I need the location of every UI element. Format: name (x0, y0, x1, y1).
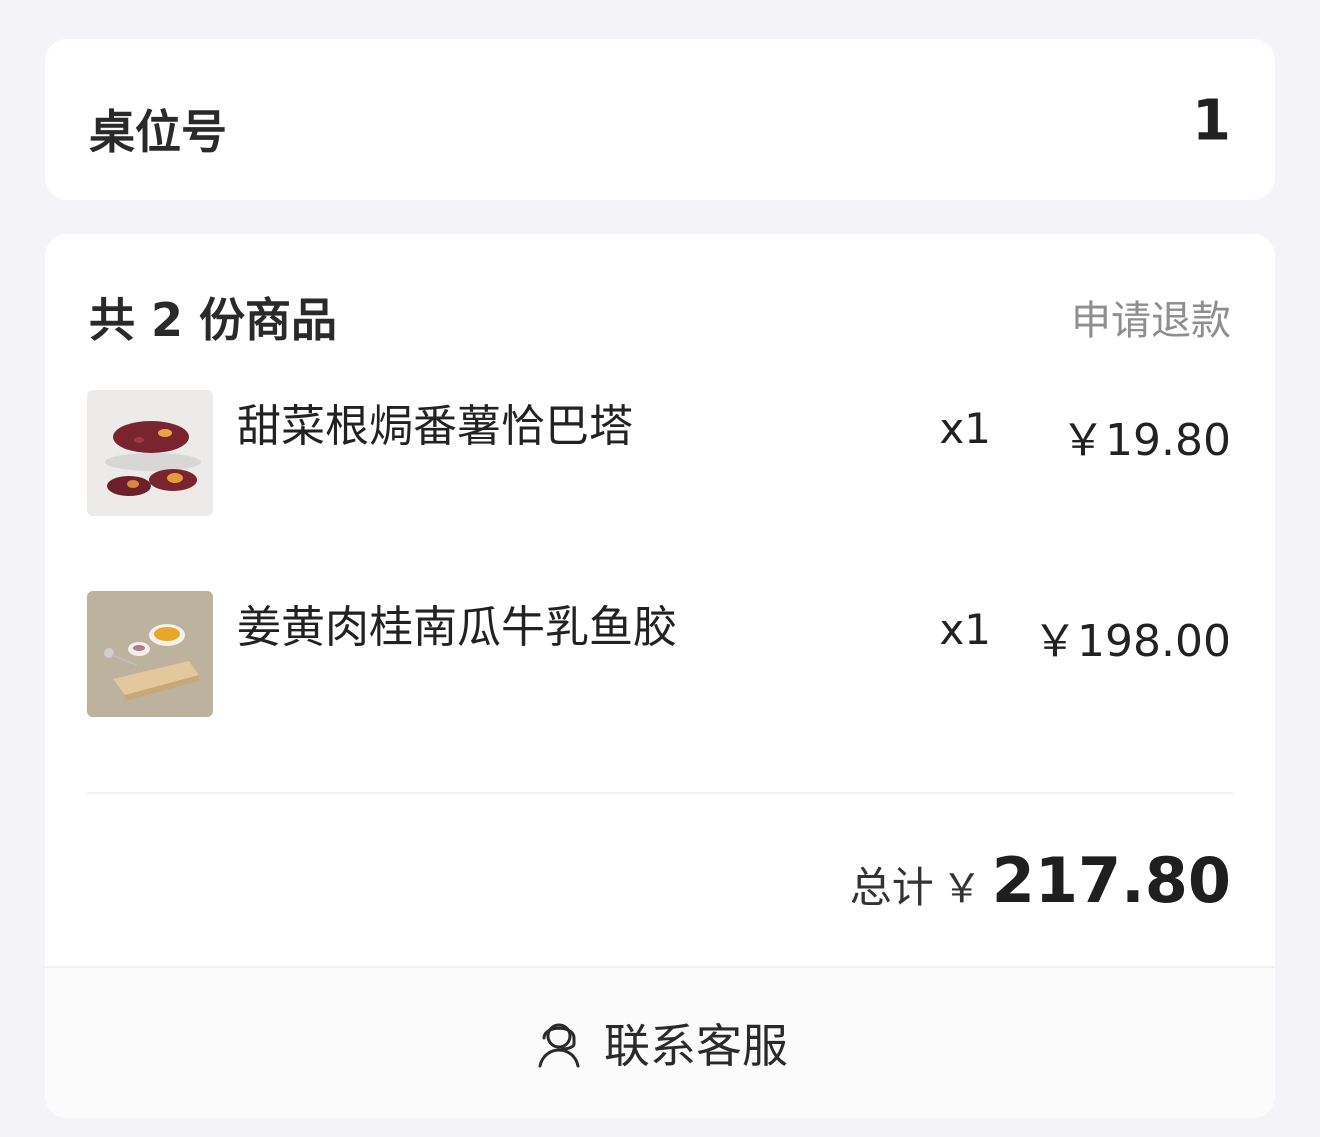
customer-service-icon (538, 1023, 580, 1068)
list-item: 姜黄肉桂南瓜牛乳鱼胶 x1 ￥198.00 (87, 591, 1231, 717)
dessert-photo (87, 591, 213, 717)
item-name: 甜菜根焗番薯恰巴塔 (237, 401, 633, 452)
order-card: 共 2 份商品 申请退款 甜菜根焗番薯恰巴塔 x1 ￥19.80 姜黄肉桂南瓜牛… (45, 234, 1275, 1118)
item-price: ￥198.00 (1033, 616, 1231, 667)
item-quantity: x1 (939, 404, 991, 453)
table-number-value: 1 (1192, 88, 1231, 154)
contact-support-label: 联系客服 (604, 1019, 788, 1073)
list-item: 甜菜根焗番薯恰巴塔 x1 ￥19.80 (87, 390, 1231, 516)
table-number-label: 桌位号 (89, 105, 227, 159)
item-name: 姜黄肉桂南瓜牛乳鱼胶 (237, 602, 677, 653)
item-price: ￥19.80 (1061, 415, 1231, 466)
order-total: 总计 ￥ 217.80 (850, 844, 1231, 917)
total-amount: 217.80 (991, 844, 1231, 917)
refund-button[interactable]: 申请退款 (1071, 288, 1231, 346)
divider (87, 792, 1233, 794)
item-quantity: x1 (939, 605, 991, 654)
bread-photo (87, 390, 213, 516)
contact-support-button[interactable]: 联系客服 (45, 966, 1275, 1118)
total-label: 总计 (849, 863, 934, 912)
item-count-title: 共 2 份商品 (89, 293, 338, 347)
table-number-card: 桌位号 1 (45, 39, 1275, 200)
total-currency: ￥ (941, 866, 982, 912)
